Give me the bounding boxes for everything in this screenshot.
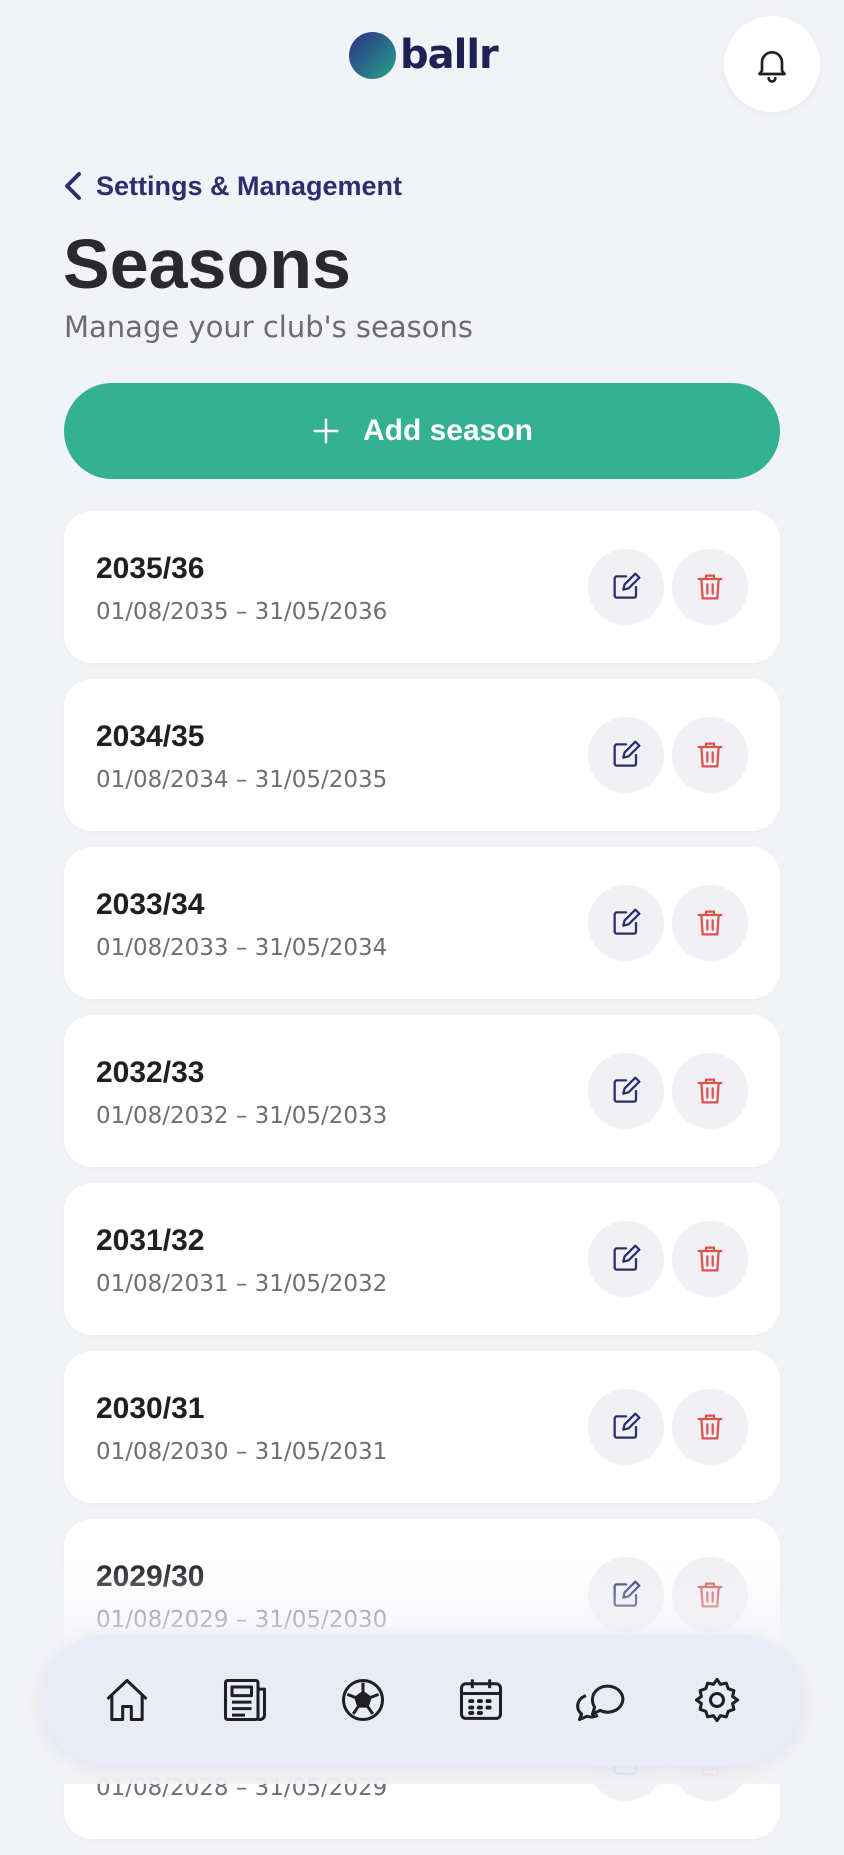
edit-season-button[interactable] [588, 1221, 664, 1297]
season-name: 2033/34 [96, 888, 205, 921]
season-dates: 01/08/2032 – 31/05/2033 [96, 1103, 388, 1129]
trash-icon [697, 1414, 723, 1440]
season-name: 2035/36 [96, 552, 205, 585]
nav-matches[interactable] [323, 1660, 403, 1740]
season-name: 2032/33 [96, 1056, 205, 1089]
delete-season-button[interactable] [672, 717, 748, 793]
season-dates: 01/08/2033 – 31/05/2034 [96, 935, 388, 961]
delete-season-button[interactable] [672, 549, 748, 625]
edit-icon [613, 908, 641, 935]
notifications-button[interactable] [724, 16, 820, 112]
top-bar: ballr [0, 0, 844, 120]
trash-icon [697, 574, 723, 600]
edit-icon [613, 572, 641, 599]
season-dates: 01/08/2034 – 31/05/2035 [96, 767, 388, 793]
delete-season-button[interactable] [672, 1221, 748, 1297]
football-icon [341, 1678, 385, 1722]
nav-chat[interactable] [559, 1660, 639, 1740]
settings-icon [694, 1677, 740, 1723]
trash-icon [697, 742, 723, 768]
delete-season-button[interactable] [672, 885, 748, 961]
chevron-left-icon [65, 172, 81, 200]
season-card: 2031/32 01/08/2031 – 31/05/2032 [64, 1183, 780, 1335]
page-title: Seasons [63, 225, 351, 303]
add-season-label: Add season [362, 414, 534, 447]
app-logo[interactable]: ballr [349, 30, 499, 80]
chat-icon [576, 1684, 625, 1722]
edit-season-button[interactable] [588, 885, 664, 961]
edit-season-button[interactable] [588, 1389, 664, 1465]
edit-season-button[interactable] [588, 1053, 664, 1129]
trash-icon [697, 1078, 723, 1104]
logo-text: ballr [400, 32, 499, 78]
nav-settings[interactable] [677, 1660, 757, 1740]
back-link[interactable]: Settings & Management [64, 166, 402, 206]
season-name: 2031/32 [96, 1224, 205, 1257]
season-card: 2032/33 01/08/2032 – 31/05/2033 [64, 1015, 780, 1167]
bottom-nav [42, 1634, 802, 1766]
edit-icon [613, 1412, 641, 1439]
season-dates: 01/08/2030 – 31/05/2031 [96, 1439, 388, 1465]
edit-icon [613, 740, 641, 767]
delete-season-button[interactable] [672, 1389, 748, 1465]
nav-news[interactable] [205, 1660, 285, 1740]
edit-icon [613, 1076, 641, 1103]
trash-icon [697, 910, 723, 936]
home-icon [106, 1678, 148, 1722]
season-name: 2034/35 [96, 720, 205, 753]
season-card: 2033/34 01/08/2033 – 31/05/2034 [64, 847, 780, 999]
season-card: 2034/35 01/08/2034 – 31/05/2035 [64, 679, 780, 831]
delete-season-button[interactable] [672, 1053, 748, 1129]
season-card: 2030/31 01/08/2030 – 31/05/2031 [64, 1351, 780, 1503]
news-icon [223, 1678, 267, 1722]
add-season-button[interactable]: Add season [64, 383, 780, 479]
nav-calendar[interactable] [441, 1660, 521, 1740]
back-link-label: Settings & Management [96, 170, 403, 201]
season-name: 2030/31 [96, 1392, 205, 1425]
season-card: 2035/36 01/08/2035 – 31/05/2036 [64, 511, 780, 663]
page-subtitle: Manage your club's seasons [64, 310, 473, 344]
edit-season-button[interactable] [588, 717, 664, 793]
bell-icon [758, 51, 786, 83]
edit-season-button[interactable] [588, 549, 664, 625]
season-dates: 01/08/2031 – 31/05/2032 [96, 1271, 388, 1297]
logo-mark-icon [349, 31, 396, 79]
season-dates: 01/08/2035 – 31/05/2036 [96, 599, 388, 625]
calendar-icon [459, 1679, 503, 1720]
nav-home[interactable] [87, 1660, 167, 1740]
plus-icon [313, 418, 339, 444]
trash-icon [697, 1246, 723, 1272]
edit-icon [613, 1244, 641, 1271]
